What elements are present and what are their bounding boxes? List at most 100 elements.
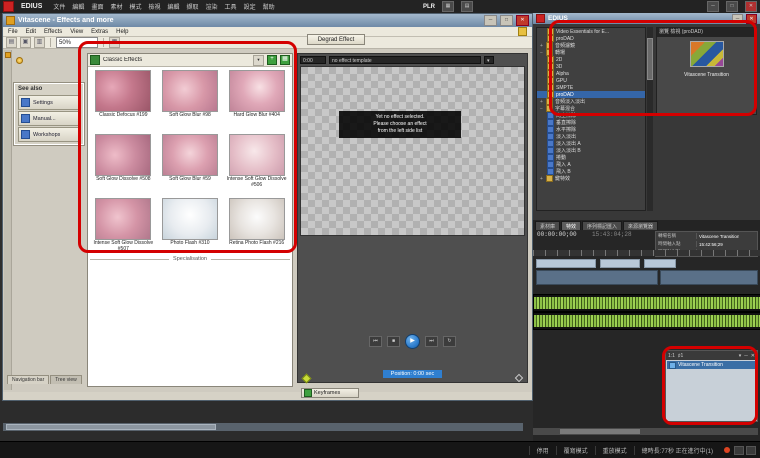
- collapse-icon[interactable]: −: [539, 50, 544, 56]
- favorite-effect-icon[interactable]: ▦: [280, 55, 290, 65]
- vmenu-extras[interactable]: Extras: [91, 29, 108, 35]
- time-field[interactable]: 0:00: [300, 56, 326, 64]
- tree-item[interactable]: +鍵特效: [537, 175, 645, 182]
- stop-icon[interactable]: ■: [387, 336, 400, 347]
- tree-item[interactable]: Video Essentials for E...: [537, 28, 645, 35]
- template-field[interactable]: no effect template: [329, 56, 481, 64]
- expand-icon[interactable]: +: [539, 99, 544, 105]
- tree-item[interactable]: 淡入淡出 A: [537, 140, 645, 147]
- tab-bin[interactable]: 素材庫: [535, 221, 560, 230]
- status-icon-2[interactable]: [746, 446, 756, 455]
- vmenu-edit[interactable]: Edit: [26, 29, 36, 35]
- category-select[interactable]: Classic Effects: [103, 57, 250, 63]
- edius-bin-titlebar[interactable]: EDIUS ─ ✕: [533, 13, 760, 24]
- effect-item[interactable]: Retina Photo Flash #216: [223, 196, 290, 260]
- panel-pin-icon[interactable]: [5, 52, 11, 58]
- tree-item[interactable]: +音頻淡入淡出: [537, 98, 645, 105]
- tab-effects[interactable]: 特效: [561, 221, 581, 230]
- app-extra-icon[interactable]: ▦: [442, 1, 454, 12]
- menu-display[interactable]: 檢視: [148, 2, 160, 11]
- tree-item-selected[interactable]: proDAD: [537, 91, 645, 98]
- play-icon[interactable]: ▶: [405, 334, 420, 349]
- tree-item[interactable]: 淡入淡出: [537, 133, 645, 140]
- app-minimize-icon[interactable]: ─: [707, 1, 719, 12]
- audio-track-1[interactable]: [533, 294, 760, 312]
- menu-settings[interactable]: 設定: [244, 2, 256, 11]
- template-browse-icon[interactable]: ▾: [484, 56, 494, 64]
- zoom-dropdown-icon[interactable]: ▼: [91, 40, 95, 45]
- tree-item[interactable]: 2D: [537, 56, 645, 63]
- grid-icon[interactable]: ▦: [109, 37, 120, 48]
- effect-item[interactable]: Hard Glow Blur #404: [223, 68, 290, 132]
- tab-navigation-bar[interactable]: Navigation bar: [7, 375, 49, 384]
- tree-item[interactable]: +音頻濾鏡: [537, 42, 645, 49]
- tree-item[interactable]: GPU: [537, 77, 645, 84]
- vitascene-help-icon[interactable]: [518, 27, 527, 36]
- effect-item[interactable]: Soft Glow Dissolve #508: [90, 132, 157, 196]
- mini-dropdown-icon[interactable]: ▾: [739, 353, 742, 359]
- zoom-select[interactable]: 50% ▼: [56, 37, 98, 48]
- tree-item[interactable]: −字幕混合: [537, 105, 645, 112]
- mini-minimize-icon[interactable]: ─: [744, 353, 748, 359]
- tree-scrollbar-thumb[interactable]: [647, 38, 653, 80]
- audio-track-2[interactable]: [533, 312, 760, 330]
- menu-clip[interactable]: 素材: [110, 2, 122, 11]
- collapse-icon[interactable]: −: [539, 106, 544, 112]
- vmenu-view[interactable]: View: [70, 29, 83, 35]
- go-to-start-icon[interactable]: ⏮: [369, 336, 382, 347]
- effect-item[interactable]: Intense Soft Glow Dissolve #507: [90, 196, 157, 260]
- tree-item[interactable]: 水平擦除: [537, 126, 645, 133]
- effect-item[interactable]: Soft Glow Blur #98: [157, 68, 224, 132]
- index-label[interactable]: ♯1: [678, 353, 683, 359]
- bin-close-icon[interactable]: ✕: [746, 14, 757, 24]
- tree-item[interactable]: 垂直擦除: [537, 119, 645, 126]
- bin-minimize-icon[interactable]: ─: [732, 14, 743, 24]
- degrade-effect-button[interactable]: Degrad Effect: [307, 34, 365, 45]
- timeline-clip[interactable]: [536, 259, 596, 268]
- tab-tree-view[interactable]: Tree view: [50, 375, 82, 384]
- vmenu-effects[interactable]: Effects: [44, 29, 62, 35]
- tree-item[interactable]: 飛入 A: [537, 161, 645, 168]
- left-hscrollbar-thumb[interactable]: [6, 424, 216, 430]
- expand-icon[interactable]: +: [539, 176, 544, 182]
- open-icon[interactable]: ▣: [20, 37, 31, 48]
- tree-item[interactable]: 捲動: [537, 154, 645, 161]
- tree-item[interactable]: SMPTE: [537, 84, 645, 91]
- timeline-hscrollbar-thumb[interactable]: [560, 429, 640, 434]
- vmenu-help[interactable]: Help: [116, 29, 128, 35]
- menu-help[interactable]: 幫助: [263, 2, 275, 11]
- go-to-end-icon[interactable]: ⏭: [425, 336, 438, 347]
- video-clip[interactable]: [536, 270, 658, 285]
- menu-render[interactable]: 渲染: [206, 2, 218, 11]
- menu-edit[interactable]: 編輯: [72, 2, 84, 11]
- vitascene-titlebar[interactable]: Vitascene - Effects and more ─ □ ✕: [3, 14, 532, 27]
- menu-capture[interactable]: 擷取: [187, 2, 199, 11]
- timeline-clip[interactable]: [644, 259, 676, 268]
- transition-thumbnail[interactable]: [690, 41, 724, 67]
- tab-marker[interactable]: 序列標記匯入: [582, 221, 622, 230]
- expand-icon[interactable]: +: [539, 43, 544, 49]
- tree-item[interactable]: Alpha: [537, 70, 645, 77]
- new-icon[interactable]: ▤: [6, 37, 17, 48]
- apply-effect-icon[interactable]: +: [267, 55, 277, 65]
- effect-item[interactable]: Intense Soft Glow Dissolve #506: [223, 132, 290, 196]
- category-dropdown-icon[interactable]: ▼: [253, 55, 264, 66]
- timeline-ruler[interactable]: [533, 250, 760, 256]
- menu-mode[interactable]: 模式: [129, 2, 141, 11]
- loop-icon[interactable]: ↻: [443, 336, 456, 347]
- vitascene-minimize-icon[interactable]: ─: [484, 15, 497, 26]
- video-clip[interactable]: [660, 270, 758, 285]
- mini-close-icon[interactable]: ✕: [751, 353, 755, 359]
- tree-item[interactable]: 3D: [537, 63, 645, 70]
- manual-button[interactable]: Manual...: [18, 111, 80, 126]
- tree-item[interactable]: proDAD: [537, 35, 645, 42]
- app-extra2-icon[interactable]: ▤: [461, 1, 473, 12]
- menu-edit2[interactable]: 編輯: [168, 2, 180, 11]
- tree-item[interactable]: −轉場: [537, 49, 645, 56]
- effect-item[interactable]: Photo Flash #310: [157, 196, 224, 260]
- tree-item[interactable]: 淡入淡出 B: [537, 147, 645, 154]
- vmenu-file[interactable]: File: [8, 29, 18, 35]
- menu-file[interactable]: 文件: [53, 2, 65, 11]
- vitascene-maximize-icon[interactable]: □: [500, 15, 513, 26]
- settings-button[interactable]: Settings: [18, 95, 80, 110]
